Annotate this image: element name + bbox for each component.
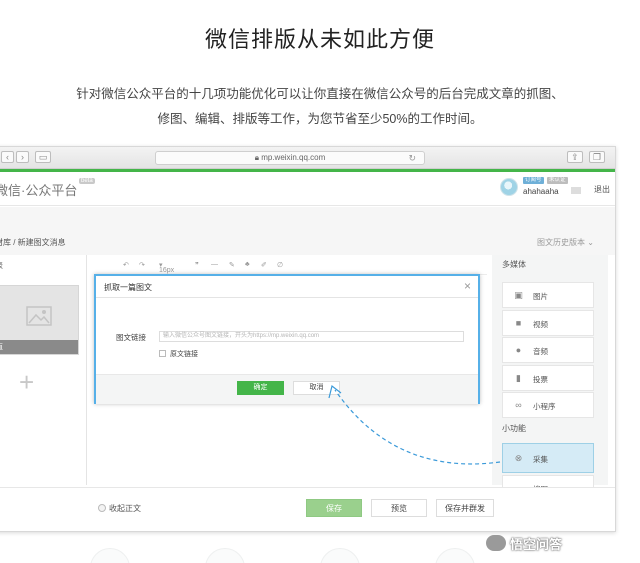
- collapse-radio[interactable]: [98, 504, 106, 512]
- bottom-action-bar: 收起正文 保存 预览 保存并群发: [0, 487, 615, 531]
- article-list-panel: 表 直 +: [0, 255, 87, 485]
- thumbnail-caption: 直: [0, 342, 3, 352]
- redo-icon[interactable]: ↷: [139, 261, 145, 269]
- breadcrumb[interactable]: 材库 / 新建图文消息: [0, 237, 66, 248]
- style-icon[interactable]: ♣: [245, 261, 250, 268]
- verify-badge: 未认证: [547, 177, 568, 184]
- reload-icon[interactable]: ↻: [408, 152, 416, 164]
- app-header: 微信·公众平台 beta 订阅号 未认证 ahahaaha 退出: [0, 172, 615, 206]
- undo-icon[interactable]: ↶: [123, 261, 129, 269]
- image-icon: ▣: [514, 290, 523, 300]
- username[interactable]: ahahaaha: [523, 187, 559, 196]
- beta-badge: beta: [79, 178, 95, 184]
- insert-sidebar: 多媒体 ▣ 图片 ■ 视频 ● 音频 ▮ 投票 ∞ 小程序 小功能 ⊗ 采集: [492, 255, 608, 501]
- tools-heading: 小功能: [502, 424, 526, 433]
- article-title: 微信排版从未如此方便: [204, 27, 435, 52]
- decorative-circle: [90, 548, 130, 563]
- watermark: 悟空问答: [510, 537, 563, 552]
- share-icon[interactable]: ⇪: [567, 151, 583, 163]
- cancel-button[interactable]: 取消: [293, 381, 340, 395]
- divider-icon[interactable]: —: [211, 261, 218, 268]
- sidebar-item-label: 投票: [533, 375, 548, 384]
- link-field-label: 图文链接: [116, 333, 146, 342]
- browser-toolbar: ‹ › ▭ 🔒︎ mp.weixin.qq.com ↻ ⇪ ❐: [0, 147, 615, 169]
- collect-icon: ⊗: [514, 453, 523, 463]
- format-icon[interactable]: ✎: [229, 261, 235, 269]
- history-version-link[interactable]: 图文历史版本 ⌄: [537, 237, 594, 248]
- url-text: mp.weixin.qq.com: [261, 153, 326, 162]
- url-bar[interactable]: 🔒︎ mp.weixin.qq.com ↻: [155, 151, 425, 165]
- sidebar-item-vote[interactable]: ▮ 投票: [502, 365, 594, 391]
- quote-icon[interactable]: ❞: [195, 261, 199, 269]
- tabs-icon[interactable]: ❐: [589, 151, 605, 163]
- decorative-circle: [320, 548, 360, 563]
- dialog-header: 抓取一篇图文 ×: [96, 276, 478, 298]
- watermark-logo-icon: [486, 535, 506, 551]
- message-icon[interactable]: [571, 187, 581, 194]
- intro-line-2: 修图、编辑、排版等工作，为您节省至少50%的工作时间。: [157, 112, 483, 126]
- account-type-badge: 订阅号: [523, 177, 544, 184]
- original-link-label[interactable]: 原文链接: [170, 349, 198, 359]
- sidebar-item-image[interactable]: ▣ 图片: [502, 282, 594, 308]
- save-button[interactable]: 保存: [306, 499, 362, 517]
- dialog-title: 抓取一篇图文: [104, 283, 152, 292]
- image-placeholder-icon: [26, 306, 52, 326]
- sidebar-item-label: 图片: [533, 292, 548, 301]
- thumbnail-caption-bar: 直: [0, 340, 78, 354]
- sidebar-item-audio[interactable]: ● 音频: [502, 337, 594, 363]
- sidebar-item-label: 采集: [533, 455, 548, 464]
- fetch-article-dialog: 抓取一篇图文 × 图文链接 输入微信公众号图文链接，开头为https://mp.…: [94, 274, 480, 404]
- decorative-circle: [205, 548, 245, 563]
- close-icon[interactable]: ×: [464, 279, 471, 293]
- breadcrumb-row: 材库 / 新建图文消息 图文历史版本 ⌄: [0, 207, 615, 255]
- panel-title: 表: [0, 260, 3, 271]
- article-link-input[interactable]: 输入微信公众号图文链接，开头为https://mp.weixin.qq.com: [159, 331, 464, 342]
- sidebar-item-label: 音频: [533, 347, 548, 356]
- microphone-icon: ●: [515, 345, 522, 355]
- sidebar-item-label: 小程序: [533, 402, 556, 411]
- page: 微信排版从未如此方便 针对微信公众平台的十几项功能优化可以让你直接在微信公众号的…: [0, 0, 640, 563]
- avatar[interactable]: [500, 178, 518, 196]
- chevron-left-icon[interactable]: ‹: [1, 151, 14, 163]
- confirm-button[interactable]: 确定: [237, 381, 284, 395]
- video-icon: ■: [515, 318, 522, 328]
- logout-link[interactable]: 退出: [594, 184, 610, 195]
- sidebar-item-miniprogram[interactable]: ∞ 小程序: [502, 392, 594, 418]
- preview-button[interactable]: 预览: [371, 499, 427, 517]
- bar-chart-icon: ▮: [516, 373, 521, 383]
- sidebar-item-collect[interactable]: ⊗ 采集: [502, 443, 594, 473]
- chevron-right-icon[interactable]: ›: [16, 151, 29, 163]
- pen-icon[interactable]: ✐: [261, 261, 267, 269]
- dialog-footer: 确定 取消: [96, 374, 478, 404]
- add-article-icon[interactable]: +: [19, 367, 34, 398]
- collapse-label[interactable]: 收起正文: [109, 503, 141, 514]
- sidebar-item-video[interactable]: ■ 视频: [502, 310, 594, 336]
- editor-toolbar: ↶ ↷ 16px ▾ ❞ — ✎ ♣ ✐ ∅: [95, 255, 487, 275]
- save-and-send-button[interactable]: 保存并群发: [436, 499, 494, 517]
- font-size-select[interactable]: 16px ▾: [159, 261, 174, 274]
- sidebar-item-label: 视频: [533, 320, 548, 329]
- clear-icon[interactable]: ∅: [277, 261, 283, 269]
- article-thumbnail[interactable]: 直: [0, 285, 79, 355]
- intro-line-1: 针对微信公众平台的十几项功能优化可以让你直接在微信公众号的后台完成文章的抓图、: [76, 87, 564, 101]
- original-link-checkbox[interactable]: [159, 350, 166, 357]
- sidebar-toggle-icon[interactable]: ▭: [35, 151, 51, 163]
- link-icon: ∞: [515, 400, 522, 410]
- app-logo: 微信·公众平台: [0, 183, 78, 198]
- media-heading: 多媒体: [502, 260, 526, 269]
- decorative-circle: [435, 548, 475, 563]
